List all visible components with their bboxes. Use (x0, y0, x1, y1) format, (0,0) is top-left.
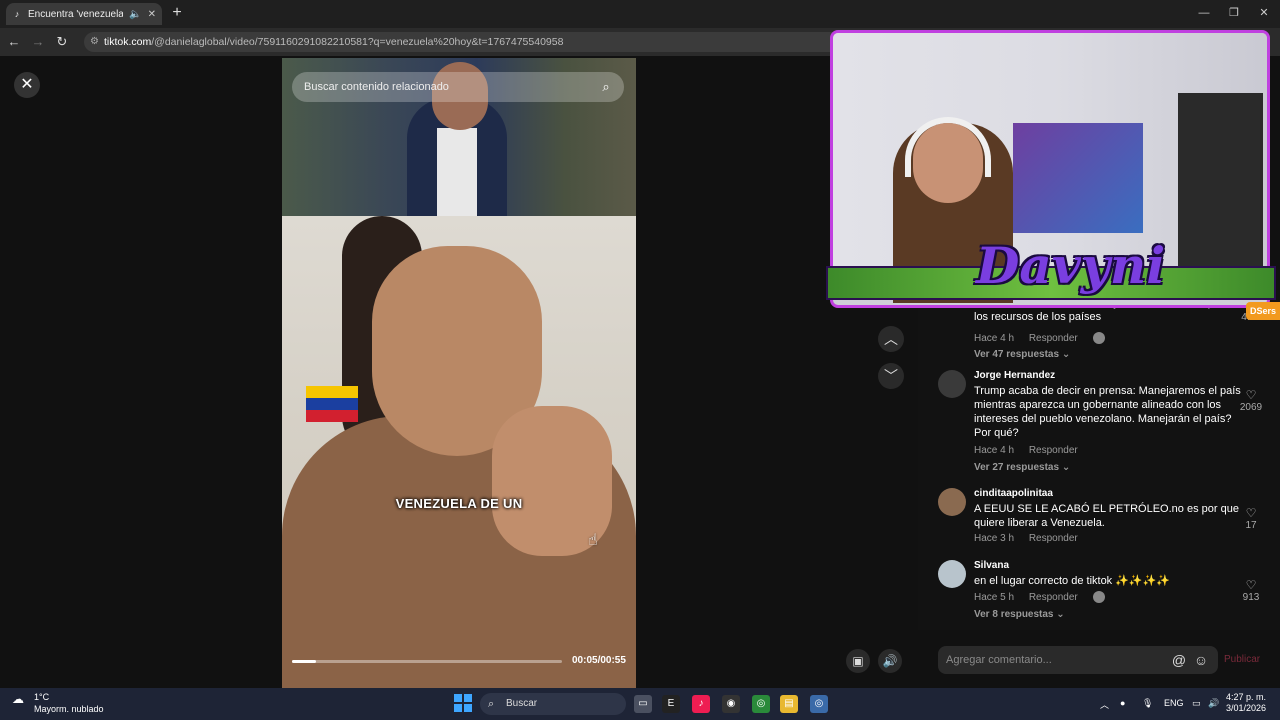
search-icon[interactable]: ⌕ (598, 72, 614, 102)
volume-icon[interactable]: 🔊 (878, 649, 902, 673)
comment-time: Hace 3 h (974, 533, 1015, 544)
venezuela-flag-icon (306, 386, 358, 422)
comment-text: en el lugar correcto de tiktok ✨✨✨✨ (974, 575, 1171, 587)
chrome-active-icon[interactable]: ◎ (810, 695, 828, 713)
like-count: 913 (1242, 592, 1260, 603)
comment-meta: Hace 4 h Responder (974, 445, 1090, 456)
reload-icon[interactable]: ↻ (54, 34, 70, 50)
heart-icon[interactable]: ♡ (1236, 388, 1266, 402)
browser-tab[interactable]: ♪ Encuentra 'venezuela hoy' e 🔈 ✕ (6, 3, 162, 25)
comment-time: Hace 5 h (974, 591, 1015, 603)
clock-time: 4:27 p. m. (1226, 692, 1267, 702)
site-info-icon[interactable]: ⚙ (90, 32, 99, 52)
like-count: 17 (1245, 520, 1257, 531)
view-replies-button[interactable]: Ver 8 respuestas ⌄ (974, 609, 1065, 620)
network-icon[interactable]: ▭ (1192, 698, 1201, 709)
back-arrow-icon[interactable]: ← (6, 34, 22, 50)
avatar[interactable] (938, 560, 966, 588)
video-progress-bar[interactable] (292, 660, 562, 663)
publish-button[interactable]: Publicar (1224, 654, 1260, 665)
minimize-icon[interactable]: — (1196, 5, 1212, 21)
comment-meta: Hace 4 h Responder (974, 332, 1117, 344)
next-video-button[interactable]: ﹀ (878, 363, 904, 389)
browser-tab-bar (0, 0, 1280, 28)
previous-video-button[interactable]: ︿ (878, 326, 904, 352)
emoji-icon[interactable]: ☺ (1192, 651, 1210, 669)
url-host: tiktok.com (104, 36, 152, 48)
close-tab-icon[interactable]: ✕ (148, 9, 156, 20)
url-path: /@danielaglobal/video/759116029108221058… (151, 36, 564, 48)
creator-liked-avatar (1092, 332, 1105, 344)
like-count: 2069 (1239, 402, 1263, 413)
dsers-badge[interactable]: DSers (1246, 302, 1280, 320)
comment-meta: Hace 5 h Responder (974, 591, 1117, 603)
taskbar-search-label: Buscar (506, 698, 538, 709)
reply-button[interactable]: Responder (1029, 533, 1078, 544)
language-indicator[interactable]: ENG (1164, 698, 1184, 708)
comment-text: A EEUU SE LE ACABÓ EL PETRÓLEO.no es por… (974, 503, 1239, 529)
streamer-name-logo: Davyni (976, 236, 1166, 295)
mention-icon[interactable]: @ (1170, 651, 1188, 669)
search-icon: ⌕ (488, 698, 495, 710)
video-bottom-image (282, 216, 636, 688)
video-progress-fill (292, 660, 317, 663)
video-player[interactable]: Buscar contenido relacionado ⌕ VENEZUELA… (282, 58, 636, 688)
view-replies-button[interactable]: Ver 47 respuestas ⌄ (974, 349, 1070, 360)
new-tab-button[interactable]: + (168, 4, 186, 22)
comment-time: Hace 4 h (974, 445, 1015, 456)
comment-author[interactable]: Silvana (974, 560, 1009, 571)
weather-desc: Mayorm. nublado (34, 704, 104, 714)
close-window-icon[interactable]: ✕ (1256, 5, 1272, 21)
tab-title: Encuentra 'venezuela hoy' e (28, 8, 124, 20)
taskbar-search[interactable]: ⌕ Buscar (480, 693, 626, 715)
audio-playing-icon[interactable]: 🔈 (129, 9, 141, 20)
epic-games-icon[interactable]: E (662, 695, 680, 713)
video-timecode: 00:05/00:55 (572, 655, 626, 666)
task-view-icon[interactable]: ▭ (634, 695, 652, 713)
view-replies-button[interactable]: Ver 27 respuestas ⌄ (974, 462, 1070, 473)
avatar[interactable] (938, 370, 966, 398)
chrome-icon[interactable]: ◎ (752, 695, 770, 713)
url-field[interactable]: ⚙ tiktok.com/@danielaglobal/video/759116… (84, 32, 844, 52)
cloud-icon: ☁ (12, 692, 24, 706)
reply-button[interactable]: Responder (1029, 333, 1078, 344)
hand-cursor-icon: ☝ (588, 532, 598, 549)
heart-icon[interactable]: ♡ (1236, 578, 1266, 592)
clock-date: 3/01/2026 (1226, 703, 1267, 713)
restore-icon[interactable]: ❐ (1226, 5, 1242, 21)
comment-input[interactable] (946, 646, 1166, 674)
close-video-button[interactable]: ✕ (14, 72, 40, 98)
tray-app-icon[interactable]: ● (1120, 698, 1125, 708)
taskbar-clock[interactable]: 4:27 p. m. 3/01/2026 (1226, 692, 1266, 714)
tiktok-favicon-icon: ♪ (14, 9, 20, 19)
weather-temp: 1°C (34, 692, 50, 702)
tray-overflow-icon[interactable]: ︿ (1100, 698, 1109, 711)
file-explorer-icon[interactable]: ▤ (780, 695, 798, 713)
comment-text: Trump acaba de decir en prensa: Manejare… (974, 385, 1241, 439)
like-button[interactable]: ♡ 17 (1236, 506, 1266, 531)
like-button[interactable]: ♡ 913 (1236, 578, 1266, 603)
video-caption: VENEZUELA DE UN (395, 496, 523, 511)
forward-arrow-icon[interactable]: → (30, 34, 46, 50)
avatar[interactable] (938, 488, 966, 516)
related-search-placeholder: Buscar contenido relacionado (304, 81, 449, 93)
heart-icon[interactable]: ♡ (1236, 506, 1266, 520)
comment-meta: Hace 3 h Responder (974, 533, 1090, 544)
comment-author[interactable]: cinditaapolinitaa (974, 488, 1053, 499)
creator-liked-avatar (1092, 591, 1105, 603)
obs-icon[interactable]: ◉ (722, 695, 740, 713)
speaker-icon[interactable]: 🔊 (1208, 698, 1219, 709)
like-button[interactable]: ♡ 2069 (1236, 388, 1266, 413)
windows-start-icon[interactable] (454, 694, 472, 712)
related-search-bar[interactable]: Buscar contenido relacionado ⌕ (292, 72, 624, 102)
comment-time: Hace 4 h (974, 332, 1015, 344)
microphone-icon[interactable]: 🎙 (1142, 698, 1153, 709)
comment-author[interactable]: Jorge Hernandez (974, 370, 1055, 381)
reply-button[interactable]: Responder (1029, 592, 1078, 603)
floating-player-icon[interactable]: ▣ (846, 649, 870, 673)
comments-panel: N… entienden … UMP NO QUIERE AYUDAR, qui… (918, 290, 1280, 630)
reply-button[interactable]: Responder (1029, 445, 1078, 456)
tiktok-app-icon[interactable]: ♪ (692, 695, 710, 713)
